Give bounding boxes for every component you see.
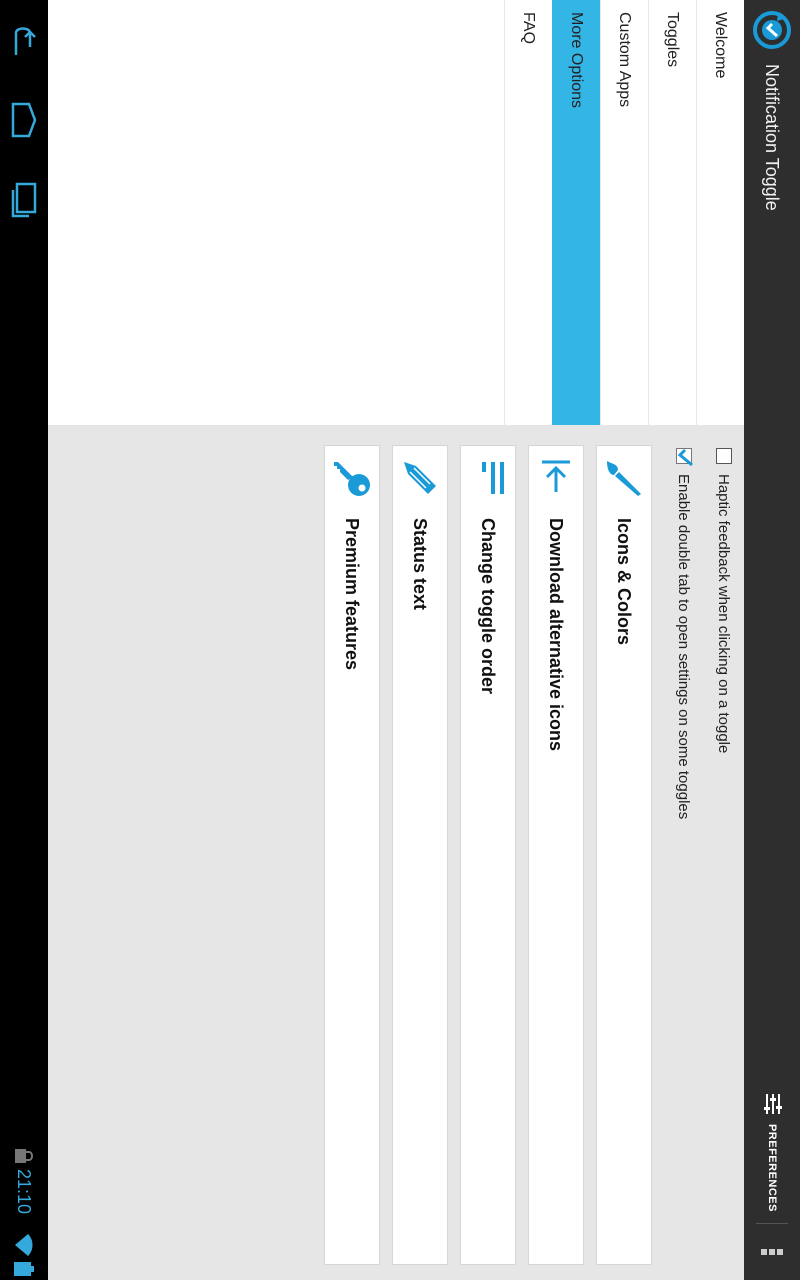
- overflow-menu-icon[interactable]: [744, 1224, 800, 1280]
- screen: Notification Toggle PREFERENCES Welcome …: [0, 0, 800, 1280]
- change-toggle-order-card[interactable]: Change toggle order: [460, 445, 516, 1265]
- more-options-panel: Haptic feedback when clicking on a toggl…: [48, 445, 744, 1265]
- sliders-icon: [759, 1092, 786, 1116]
- home-icon[interactable]: [4, 100, 44, 140]
- nav-item-label: Welcome: [712, 12, 729, 79]
- system-bar: 21:10: [0, 0, 48, 1280]
- checkmark-icon: [677, 448, 693, 467]
- screen-lock-icon: [9, 1148, 34, 1164]
- nav-item-more-options[interactable]: More Options: [552, 0, 600, 425]
- card-label: Icons & Colors: [614, 518, 635, 646]
- premium-features-card[interactable]: Premium features: [324, 445, 380, 1265]
- navigation-list: Welcome Toggles Custom Apps More Options…: [48, 0, 744, 425]
- action-bar: Notification Toggle PREFERENCES: [744, 0, 800, 1280]
- nav-item-label: Custom Apps: [616, 12, 633, 108]
- nav-item-custom-apps[interactable]: Custom Apps: [600, 0, 648, 425]
- preferences-label: PREFERENCES: [766, 1123, 778, 1212]
- download-icons-card[interactable]: Download alternative icons: [528, 445, 584, 1265]
- double-tap-setting[interactable]: Enable double tab to open settings on so…: [664, 445, 704, 1265]
- card-label: Change toggle order: [478, 518, 499, 695]
- wifi-icon: [9, 1234, 34, 1256]
- battery-icon: [9, 1262, 34, 1276]
- nav-item-label: More Options: [568, 12, 585, 109]
- haptic-feedback-label: Haptic feedback when clicking on a toggl…: [715, 474, 733, 754]
- status-text-card[interactable]: Status text: [392, 445, 448, 1265]
- app-title: Notification Toggle: [762, 64, 782, 211]
- haptic-feedback-setting[interactable]: Haptic feedback when clicking on a toggl…: [704, 445, 744, 1265]
- nav-item-faq[interactable]: FAQ: [504, 0, 552, 425]
- back-icon[interactable]: [4, 20, 44, 60]
- nav-item-label: Toggles: [664, 12, 681, 68]
- haptic-feedback-checkbox[interactable]: [716, 448, 732, 464]
- order-icon: [466, 456, 510, 500]
- nav-item-welcome[interactable]: Welcome: [696, 0, 744, 425]
- pencil-icon: [398, 456, 442, 500]
- nav-item-toggles[interactable]: Toggles: [648, 0, 696, 425]
- download-icon: [534, 456, 578, 500]
- paintbrush-icon: [602, 456, 646, 500]
- nav-item-label: FAQ: [520, 12, 537, 45]
- card-label: Download alternative icons: [546, 518, 567, 752]
- card-label: Status text: [410, 518, 431, 611]
- preferences-button[interactable]: PREFERENCES: [744, 1092, 800, 1212]
- double-tap-checkbox[interactable]: [676, 448, 693, 467]
- status-icons: [9, 1234, 34, 1276]
- recent-apps-icon[interactable]: [4, 180, 44, 220]
- double-tap-label: Enable double tab to open settings on so…: [675, 474, 693, 820]
- key-icon: [330, 456, 374, 500]
- icons-colors-card[interactable]: Icons & Colors: [596, 445, 652, 1265]
- status-clock: 21:10: [14, 1168, 34, 1214]
- card-label: Premium features: [342, 518, 363, 671]
- app-logo-icon[interactable]: [750, 8, 794, 52]
